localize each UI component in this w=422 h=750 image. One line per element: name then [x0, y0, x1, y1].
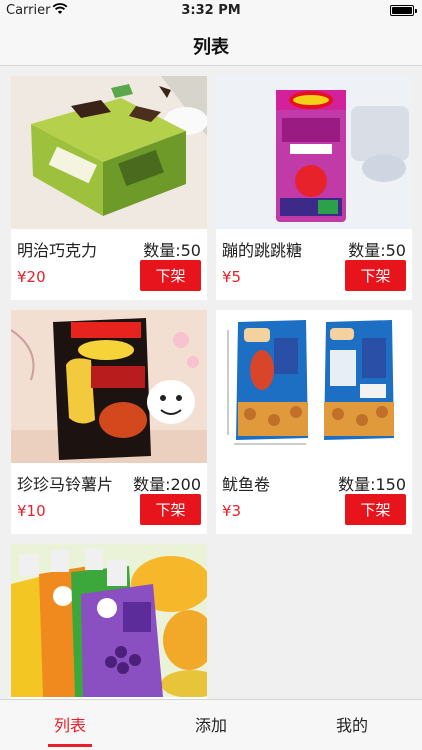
product-name: 蹦的跳跳糖 [222, 241, 303, 260]
product-quantity: 数量:150 [338, 475, 406, 494]
navigation-bar: 列表 [0, 22, 422, 66]
product-card[interactable]: 蹦的跳跳糖 数量:50 ¥5 下架 [216, 76, 412, 300]
product-price: ¥3 [222, 502, 242, 520]
product-name: 明治巧克力 [17, 241, 98, 260]
product-card[interactable]: 鱿鱼卷 数量:150 ¥3 下架 [216, 310, 412, 534]
product-image-chips [11, 310, 207, 463]
tab-list[interactable]: 列表 [0, 712, 140, 736]
battery-icon [390, 5, 417, 16]
tab-bar: 列表 添加 我的 [0, 699, 422, 750]
product-name: 鱿鱼卷 [222, 475, 271, 494]
product-quantity: 数量:200 [133, 475, 201, 494]
delist-button[interactable]: 下架 [140, 260, 201, 291]
product-image-squid-snack [216, 310, 412, 463]
clock: 3:32 PM [181, 3, 241, 18]
active-tab-indicator [48, 744, 92, 747]
product-card[interactable]: 珍珍马铃薯片 数量:200 ¥10 下架 [11, 310, 207, 534]
delist-button[interactable]: 下架 [345, 260, 406, 291]
product-card[interactable]: 明治巧克力 数量:50 ¥20 下架 [11, 76, 207, 300]
product-image-chocolate [11, 76, 207, 229]
product-image-candy [216, 76, 412, 229]
tab-mine[interactable]: 我的 [282, 712, 422, 736]
delist-button[interactable]: 下架 [140, 494, 201, 525]
product-name: 珍珍马铃薯片 [17, 475, 114, 494]
product-image-jelly-drink [11, 544, 207, 697]
product-price: ¥20 [17, 268, 46, 286]
product-price: ¥10 [17, 502, 46, 520]
status-bar: Carrier 3:32 PM [0, 0, 422, 22]
delist-button[interactable]: 下架 [345, 494, 406, 525]
product-price: ¥5 [222, 268, 242, 286]
page-title: 列表 [193, 37, 229, 58]
product-quantity: 数量:50 [143, 241, 201, 260]
tab-add[interactable]: 添加 [141, 712, 281, 736]
product-quantity: 数量:50 [348, 241, 406, 260]
product-card[interactable] [11, 544, 207, 699]
